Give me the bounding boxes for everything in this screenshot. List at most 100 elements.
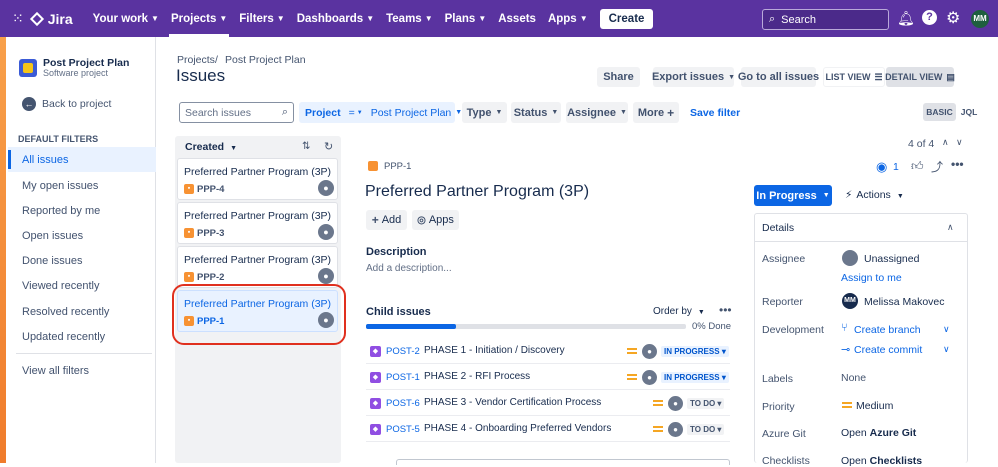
priority-value[interactable]: Medium (856, 400, 893, 412)
issue-key[interactable]: PPP-1 (384, 161, 411, 172)
description-heading: Description (366, 246, 427, 258)
view-all-filters-link[interactable]: View all filters (22, 365, 89, 377)
nav-plans[interactable]: Plans ▼ (445, 13, 487, 25)
share-icon[interactable]: ⤴ (931, 158, 943, 175)
child-issue-key[interactable]: POST-5 (386, 424, 420, 435)
basic-search-toggle[interactable]: BASIC (923, 103, 956, 121)
sort-by-created[interactable]: Created ▼ (185, 141, 237, 153)
assignee-filter[interactable]: Assignee ▼ (566, 102, 628, 123)
export-issues-button[interactable]: Export issues ▼ (652, 67, 735, 87)
nav-label: Projects (170, 12, 217, 25)
child-issue-row[interactable]: ◆ POST-6 PHASE 3 - Vendor Certification … (366, 392, 730, 416)
settings-gear-icon[interactable]: ⚙ (946, 8, 960, 28)
nav-assets[interactable]: Assets (498, 13, 536, 25)
status-lozenge[interactable]: IN PROGRESS ▾ (661, 346, 729, 357)
chevron-down-icon[interactable]: ∨ (943, 344, 950, 355)
filter-open-issues[interactable]: Open issues (22, 230, 83, 242)
list-view-toggle[interactable]: LIST VIEW ☰ (823, 67, 885, 87)
filter-resolved-recently[interactable]: Resolved recently (22, 306, 109, 318)
status-filter[interactable]: Status ▼ (511, 102, 561, 123)
profile-avatar[interactable]: MM (971, 10, 989, 28)
issue-card[interactable]: Preferred Partner Program (3P) ▪ PPP-3 ● (177, 202, 338, 244)
azure-git-link[interactable]: Open Azure Git (841, 427, 916, 439)
create-commit-link[interactable]: Create commit (854, 344, 922, 356)
unassigned-avatar-icon[interactable]: ● (668, 422, 683, 437)
add-button[interactable]: + Add (366, 210, 407, 230)
child-issue-summary[interactable]: PHASE 2 - RFI Process (424, 371, 530, 382)
status-lozenge[interactable]: TO DO ▾ (687, 398, 725, 409)
assign-to-me-link[interactable]: Assign to me (841, 272, 902, 284)
create-branch-link[interactable]: Create branch (854, 324, 921, 336)
child-issue-row[interactable]: ◆ POST-1 PHASE 2 - RFI Process ● IN PROG… (366, 366, 730, 390)
checklists-link[interactable]: Open Checklists (841, 455, 922, 467)
filter-updated-recently[interactable]: Updated recently (22, 331, 105, 343)
status-lozenge[interactable]: IN PROGRESS ▾ (661, 372, 729, 383)
refresh-icon[interactable]: ↻ (324, 140, 333, 153)
jira-logo[interactable]: Jira (29, 11, 73, 27)
unassigned-avatar-icon[interactable]: ● (642, 370, 657, 385)
issue-card[interactable]: Preferred Partner Program (3P) ▪ PPP-2 ● (177, 246, 338, 288)
child-issue-key[interactable]: POST-2 (386, 346, 420, 357)
type-filter[interactable]: Type ▼ (462, 102, 507, 123)
chevron-down-icon[interactable]: ∨ (943, 324, 950, 335)
order-by-button[interactable]: Order by ▼ (653, 306, 705, 317)
issue-title[interactable]: Preferred Partner Program (3P) (365, 183, 589, 201)
unassigned-avatar-icon[interactable]: ● (642, 344, 657, 359)
go-to-all-issues-button[interactable]: Go to all issues (738, 67, 819, 87)
chevron-down-icon[interactable]: ∨ (956, 137, 963, 148)
details-panel-title[interactable]: Details (762, 222, 794, 234)
description-placeholder[interactable]: Add a description... (366, 263, 452, 274)
labels-value[interactable]: None (841, 372, 866, 384)
nav-filters[interactable]: Filters ▼ (239, 13, 284, 25)
filter-viewed-recently[interactable]: Viewed recently (22, 280, 99, 292)
watch-eye-icon[interactable]: ◉ (876, 159, 887, 175)
status-lozenge[interactable]: TO DO ▾ (687, 424, 725, 435)
chevron-up-icon[interactable]: ∧ (942, 137, 949, 148)
actions-button[interactable]: ⚡︎ Actions ▼ (845, 189, 904, 201)
nav-dashboards[interactable]: Dashboards ▼ (297, 13, 374, 25)
filter-my-open-issues[interactable]: My open issues (22, 180, 98, 192)
more-filters-button[interactable]: More + (633, 102, 679, 123)
filter-all-issues[interactable]: All issues (22, 154, 68, 166)
create-button[interactable]: Create (599, 8, 654, 29)
thumbs-up-icon[interactable]: 👍︎ (911, 159, 924, 174)
chevron-up-icon[interactable]: ∧ (947, 222, 954, 233)
nav-apps[interactable]: Apps ▼ (548, 13, 588, 25)
reporter-value[interactable]: Melissa Makovec (864, 296, 945, 308)
child-issue-key[interactable]: POST-1 (386, 372, 420, 383)
child-issue-summary[interactable]: PHASE 3 - Vendor Certification Process (424, 397, 601, 408)
nav-your-work[interactable]: Your work ▼ (93, 13, 159, 25)
back-arrow-icon[interactable]: ← (22, 97, 36, 111)
project-filter[interactable]: Project = ▼ Post Project Plan ▼ (299, 102, 462, 123)
global-search-input[interactable]: ⌕ Search (762, 9, 889, 30)
issue-card[interactable]: Preferred Partner Program (3P) ▪ PPP-4 ● (177, 158, 338, 200)
more-actions-icon[interactable]: ••• (719, 303, 732, 317)
filter-done-issues[interactable]: Done issues (22, 255, 83, 267)
breadcrumb-project[interactable]: Post Project Plan (225, 54, 306, 66)
child-issue-row[interactable]: ◆ POST-5 PHASE 4 - Onboarding Preferred … (366, 418, 730, 442)
apps-button[interactable]: ◎ Apps (412, 210, 459, 230)
child-issue-summary[interactable]: PHASE 1 - Initiation / Discovery (424, 345, 565, 356)
save-filter-link[interactable]: Save filter (690, 107, 740, 119)
nav-teams[interactable]: Teams ▼ (386, 13, 433, 25)
assignee-value[interactable]: Unassigned (864, 253, 919, 265)
help-icon[interactable]: ? (922, 10, 937, 25)
detail-view-toggle[interactable]: DETAIL VIEW ▤ (885, 67, 955, 87)
search-issues-input[interactable]: Search issues ⌕ (179, 102, 294, 123)
status-transition-button[interactable]: In Progress ▼ (754, 185, 832, 206)
breadcrumb-projects[interactable]: Projects (177, 54, 215, 66)
jql-search-toggle[interactable]: JQL (957, 103, 981, 121)
share-button[interactable]: Share (597, 67, 640, 87)
nav-projects[interactable]: Projects ▼ (168, 12, 230, 37)
back-to-project-link[interactable]: Back to project (42, 98, 111, 110)
child-issue-row[interactable]: ◆ POST-2 PHASE 1 - Initiation / Discover… (366, 340, 730, 364)
chevron-down-icon: ▼ (356, 109, 363, 116)
more-options-icon[interactable]: ••• (951, 157, 964, 171)
unassigned-avatar-icon[interactable]: ● (668, 396, 683, 411)
filter-reported-by-me[interactable]: Reported by me (22, 205, 100, 217)
child-issue-summary[interactable]: PHASE 4 - Onboarding Preferred Vendors (424, 423, 611, 434)
child-issue-key[interactable]: POST-6 (386, 398, 420, 409)
app-switcher-icon[interactable]: ⁙ (12, 10, 24, 27)
sort-order-icon[interactable]: ⇅ (302, 141, 310, 152)
notifications-icon[interactable]: 🔔︎ (897, 10, 915, 27)
